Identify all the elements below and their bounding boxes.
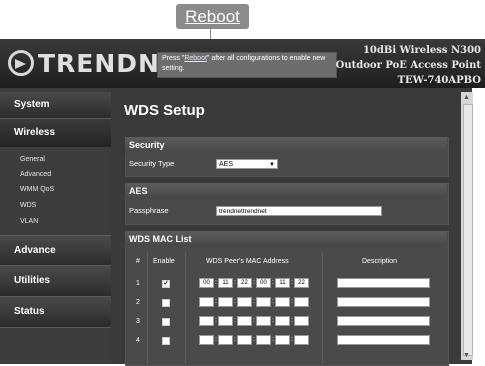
note-prefix: Press " bbox=[162, 55, 185, 62]
mac-octet-input[interactable] bbox=[294, 297, 309, 307]
mac-separator: : bbox=[291, 317, 293, 324]
mac-octet-input[interactable] bbox=[237, 316, 252, 326]
mac-octet-input[interactable]: 00 bbox=[256, 278, 271, 288]
reboot-note: Press "Reboot" after all configurations … bbox=[157, 52, 337, 78]
mac-octet-input[interactable]: 22 bbox=[237, 278, 252, 288]
mac-octet-input[interactable]: 11 bbox=[275, 278, 290, 288]
mac-octet-input[interactable] bbox=[218, 297, 233, 307]
mac-separator: : bbox=[272, 317, 274, 324]
mac-separator: : bbox=[215, 317, 217, 324]
mac-octet-input[interactable] bbox=[237, 335, 252, 345]
mac-separator: : bbox=[234, 336, 236, 343]
mac-octet-input[interactable]: 22 bbox=[294, 278, 309, 288]
product-line-1: 10dBi Wireless N300 bbox=[362, 45, 481, 56]
mac-separator: : bbox=[253, 298, 255, 305]
mac-octet-input[interactable]: 11 bbox=[218, 278, 233, 288]
description-input[interactable] bbox=[337, 297, 430, 307]
scroll-down-arrow-icon[interactable]: ▼ bbox=[463, 352, 470, 359]
mac-separator: : bbox=[215, 298, 217, 305]
sidebar-item-status[interactable]: Status bbox=[0, 297, 111, 327]
sidebar-item-advance[interactable]: Advance bbox=[0, 236, 111, 265]
row-number: 2 bbox=[136, 299, 140, 306]
description-input[interactable] bbox=[337, 278, 430, 288]
scroll-up-arrow-icon[interactable]: ▲ bbox=[463, 94, 470, 101]
mac-separator: : bbox=[291, 279, 293, 286]
mac-octet-input[interactable] bbox=[199, 335, 214, 345]
row-number: 4 bbox=[136, 337, 140, 344]
sidebar-item-system[interactable]: System bbox=[0, 92, 111, 118]
column-header-number: # bbox=[136, 258, 140, 265]
aes-heading: AES bbox=[125, 183, 447, 199]
description-input[interactable] bbox=[337, 335, 430, 345]
sidebar-divider bbox=[0, 327, 111, 328]
reboot-callout: Reboot bbox=[176, 4, 249, 29]
mac-separator: : bbox=[253, 279, 255, 286]
chevron-down-icon: ▼ bbox=[269, 162, 275, 168]
security-type-select[interactable]: AES ▼ bbox=[216, 159, 278, 169]
mac-separator: : bbox=[234, 279, 236, 286]
sidebar-subitem-wmm-qos[interactable]: WMM QoS bbox=[20, 186, 54, 193]
reboot-link[interactable]: Reboot bbox=[184, 55, 207, 62]
trendnet-logo-icon bbox=[8, 50, 34, 76]
mac-octet-input[interactable] bbox=[199, 297, 214, 307]
sidebar-subitem-advanced[interactable]: Advanced bbox=[20, 171, 51, 178]
mac-octet-input[interactable] bbox=[218, 335, 233, 345]
sidebar-subitem-general[interactable]: General bbox=[20, 156, 45, 163]
enable-checkbox[interactable] bbox=[162, 318, 170, 326]
column-header-enable: Enable bbox=[153, 258, 175, 265]
passphrase-input[interactable]: trendnettrendnet bbox=[216, 206, 382, 216]
mac-octet-input[interactable] bbox=[256, 297, 271, 307]
mac-octet-input[interactable]: 00 bbox=[199, 278, 214, 288]
mac-list-heading: WDS MAC List bbox=[125, 231, 447, 247]
mac-octet-input[interactable] bbox=[294, 335, 309, 345]
mac-separator: : bbox=[291, 336, 293, 343]
security-heading: Security bbox=[125, 137, 447, 153]
mac-octet-input[interactable] bbox=[256, 316, 271, 326]
mac-octet-input[interactable] bbox=[294, 316, 309, 326]
mac-separator: : bbox=[253, 336, 255, 343]
sidebar-subitem-vlan[interactable]: VLAN bbox=[20, 218, 38, 225]
mac-octet-input[interactable] bbox=[275, 297, 290, 307]
mac-octet-input[interactable] bbox=[275, 335, 290, 345]
mac-separator: : bbox=[272, 298, 274, 305]
security-type-label: Security Type bbox=[129, 159, 175, 168]
product-line-2: Outdoor PoE Access Point bbox=[335, 60, 481, 71]
mac-separator: : bbox=[234, 298, 236, 305]
sidebar-subitem-wds[interactable]: WDS bbox=[20, 202, 36, 209]
column-header-description: Description bbox=[362, 258, 398, 265]
mac-separator: : bbox=[272, 279, 274, 286]
sidebar-item-utilities[interactable]: Utilities bbox=[0, 266, 111, 296]
row-number: 3 bbox=[136, 318, 140, 325]
mac-separator: : bbox=[272, 336, 274, 343]
mac-octet-input[interactable] bbox=[237, 297, 252, 307]
mac-separator: : bbox=[234, 317, 236, 324]
enable-checkbox[interactable] bbox=[162, 299, 170, 307]
mac-separator: : bbox=[215, 279, 217, 286]
mac-octet-input[interactable] bbox=[218, 316, 233, 326]
mac-octet-input[interactable] bbox=[275, 316, 290, 326]
mac-separator: : bbox=[291, 298, 293, 305]
row-number: 1 bbox=[136, 280, 140, 287]
page-title: WDS Setup bbox=[124, 102, 205, 119]
mac-separator: : bbox=[253, 317, 255, 324]
passphrase-label: Passphrase bbox=[129, 206, 169, 215]
scrollbar-thumb[interactable] bbox=[463, 104, 473, 356]
mac-separator: : bbox=[215, 336, 217, 343]
column-header-mac: WDS Peer's MAC Address bbox=[206, 258, 289, 265]
product-name: 10dBi Wireless N300 Outdoor PoE Access P… bbox=[336, 43, 481, 88]
mac-octet-input[interactable] bbox=[256, 335, 271, 345]
enable-checkbox[interactable]: ✔ bbox=[162, 280, 170, 288]
product-line-3: TEW-740APBO bbox=[397, 75, 481, 86]
mac-octet-input[interactable] bbox=[199, 316, 214, 326]
security-type-value: AES bbox=[219, 161, 234, 168]
enable-checkbox[interactable] bbox=[162, 337, 170, 345]
sidebar-item-wireless[interactable]: Wireless bbox=[0, 119, 111, 147]
description-input[interactable] bbox=[337, 316, 430, 326]
